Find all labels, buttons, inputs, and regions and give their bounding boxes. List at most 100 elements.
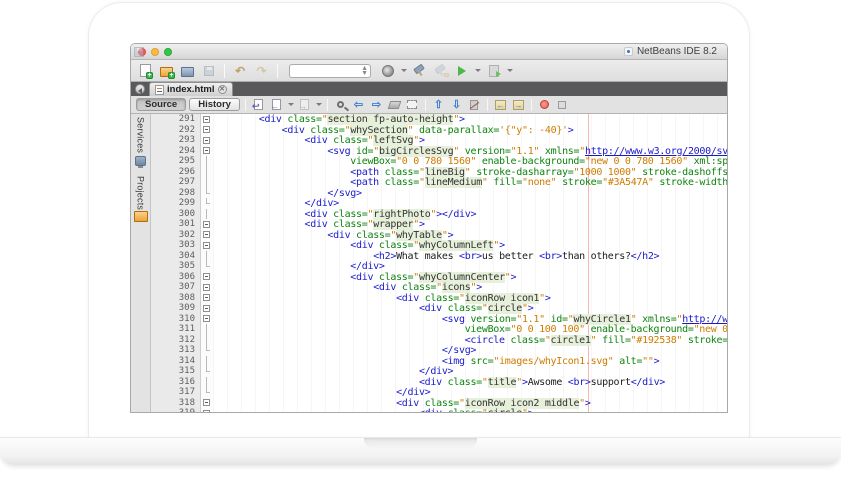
line-number[interactable]: 309 [151,303,200,314]
line-number[interactable]: 313 [151,345,200,356]
save-all-icon[interactable] [200,62,217,79]
fold-toggle-icon[interactable] [203,116,210,123]
undo-icon[interactable]: ↷ [232,62,249,79]
run-dropdown-icon[interactable] [475,69,481,72]
fold-toggle-icon[interactable] [203,242,210,249]
code-line[interactable]: <div class="whyTable"> [213,230,727,241]
line-number[interactable]: 295 [151,156,200,167]
line-number[interactable]: 317 [151,387,200,398]
toggle-bookmark-icon[interactable] [467,98,482,112]
line-number[interactable]: 291 [151,114,200,125]
line-number[interactable]: 303 [151,240,200,251]
sidebar-tab-projects[interactable]: Projects [135,176,147,222]
fold-toggle-icon[interactable] [203,137,210,144]
find-selection-icon[interactable] [333,98,348,112]
open-project-icon[interactable] [179,62,196,79]
code-line[interactable]: viewBox="0 0 100 100" enable-background=… [213,324,727,335]
redo-icon[interactable]: ↷ [253,62,270,79]
line-number[interactable]: 299 [151,198,200,209]
shift-line-right-icon[interactable]: → [511,98,526,112]
fold-toggle-icon[interactable] [203,284,210,291]
project-configuration-combobox[interactable]: ▲▼ [289,64,371,78]
clean-and-build-icon[interactable] [432,62,449,79]
line-number[interactable]: 306 [151,272,200,283]
line-number[interactable]: 296 [151,167,200,178]
web-preview-icon[interactable] [379,62,396,79]
line-number[interactable]: 310 [151,314,200,325]
toggle-rectangular-selection-icon[interactable] [405,98,420,112]
line-number[interactable]: 316 [151,377,200,388]
fold-toggle-icon[interactable] [203,231,210,238]
line-number[interactable]: 305 [151,261,200,272]
toggle-highlight-search-icon[interactable] [387,98,402,112]
fold-column[interactable] [201,114,213,412]
code-line[interactable]: <div class="circle"> [213,408,727,412]
code-line[interactable]: viewBox="0 0 780 1560" enable-background… [213,156,727,167]
code-line[interactable]: <div class="iconRow icon1"> [213,293,727,304]
line-number[interactable]: 304 [151,251,200,262]
code-line[interactable]: <h2>What makes <br>us better <br>than ot… [213,251,727,262]
web-preview-dropdown-icon[interactable] [401,69,407,72]
run-project-icon[interactable] [453,62,470,79]
fold-toggle-icon[interactable] [203,410,210,413]
code-line[interactable]: <div class="icons"> [213,282,727,293]
code-line[interactable]: <circle class="circle1" fill="#192538" s… [213,335,727,346]
new-file-icon[interactable]: + [137,62,154,79]
source-view-button[interactable]: Source [136,98,186,111]
code-line[interactable]: <div class="whySection" data-parallax='{… [213,125,727,136]
back-dropdown-icon[interactable] [288,103,294,106]
code-line[interactable]: <div class="whyColumnCenter"> [213,272,727,283]
fold-toggle-icon[interactable] [203,273,210,280]
code-line[interactable]: <div class="title">Awsome <br>support</d… [213,377,727,388]
back-icon[interactable]: ← [269,98,284,112]
build-project-icon[interactable] [411,62,428,79]
shift-line-left-icon[interactable]: ← [493,98,508,112]
code-line[interactable]: </div> [213,387,727,398]
next-bookmark-icon[interactable]: ⇩ [449,98,464,112]
find-previous-occurrence-icon[interactable]: ⇦ [351,98,366,112]
fold-toggle-icon[interactable] [203,399,210,406]
fold-toggle-icon[interactable] [203,305,210,312]
debug-dropdown-icon[interactable] [507,69,513,72]
debug-project-icon[interactable] [485,62,502,79]
sidebar-tab-services[interactable]: Services [135,117,146,166]
window-titlebar[interactable]: NetBeans IDE 8.2 [131,44,727,60]
fold-toggle-icon[interactable] [203,294,210,301]
gutter[interactable]: 2912922932942952962972982993003013023033… [151,114,201,412]
code-line[interactable]: <div class="wrapper"> [213,219,727,230]
forward-icon[interactable]: → [297,98,312,112]
line-number[interactable]: 318 [151,398,200,409]
new-project-icon[interactable]: + [158,62,175,79]
line-number[interactable]: 300 [151,209,200,220]
fold-toggle-icon[interactable] [203,315,210,322]
close-tab-icon[interactable]: ✕ [218,85,227,94]
line-number[interactable]: 308 [151,293,200,304]
code-line[interactable]: <div class="iconRow icon2 middle"> [213,398,727,409]
minimize-window-button[interactable] [151,48,159,56]
code-line[interactable]: <img src="images/whyIcon1.svg" alt=""> [213,356,727,367]
code-line[interactable]: <path class="lineMedium" fill="none" str… [213,177,727,188]
code-line[interactable]: </svg> [213,188,727,199]
line-number[interactable]: 297 [151,177,200,188]
line-number[interactable]: 294 [151,146,200,157]
line-number[interactable]: 315 [151,366,200,377]
line-number[interactable]: 311 [151,324,200,335]
tab-index-html[interactable]: index.html ✕ [149,82,233,96]
last-edit-position-icon[interactable]: ↩ [251,98,266,112]
code-line[interactable]: <div class="rightPhoto"></div> [213,209,727,220]
line-number[interactable]: 292 [151,125,200,136]
fold-toggle-icon[interactable] [203,126,210,133]
code-line[interactable]: <div class="section fp-auto-height"> [213,114,727,125]
zoom-window-button[interactable] [164,48,172,56]
previous-bookmark-icon[interactable]: ⇧ [431,98,446,112]
tab-list-button[interactable] [135,84,145,94]
code-line[interactable]: <div class="leftSvg"> [213,135,727,146]
line-number[interactable]: 301 [151,219,200,230]
find-next-occurrence-icon[interactable]: ⇨ [369,98,384,112]
code-line[interactable]: </svg> [213,345,727,356]
history-view-button[interactable]: History [189,98,240,111]
fold-toggle-icon[interactable] [203,147,210,154]
line-number[interactable]: 312 [151,335,200,346]
code-line[interactable]: </div> [213,261,727,272]
code-line[interactable]: <div class="whyColumnLeft"> [213,240,727,251]
